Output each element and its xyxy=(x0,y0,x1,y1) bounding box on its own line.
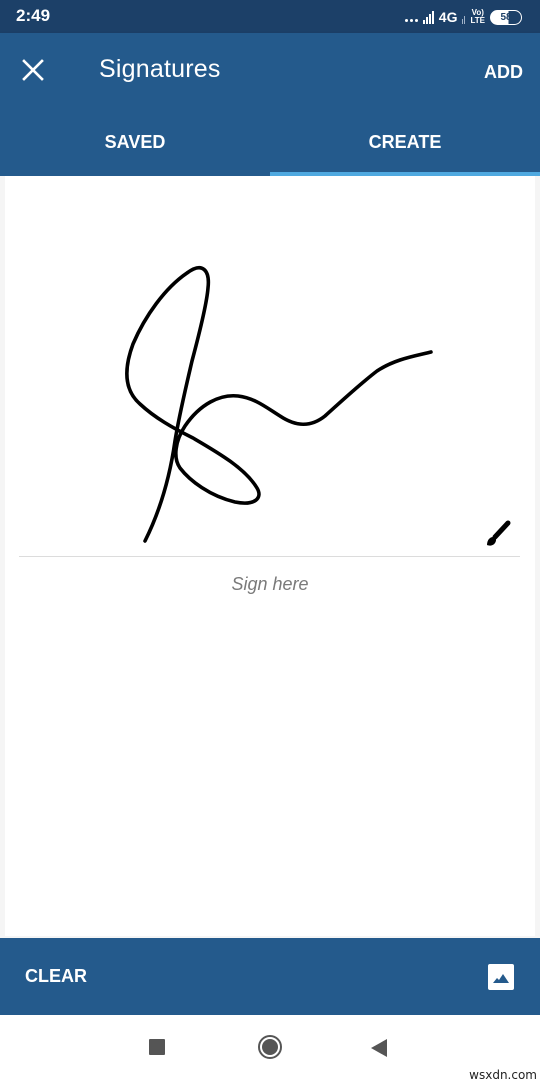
network-type: 4G xyxy=(438,9,458,25)
battery-icon: 58 xyxy=(490,9,522,25)
bottom-action-bar: CLEAR xyxy=(0,938,540,1015)
content-area: Sign here xyxy=(0,176,540,938)
status-time: 2:49 xyxy=(16,6,51,25)
add-button[interactable]: ADD xyxy=(484,62,523,83)
notification-dots-icon xyxy=(404,18,418,22)
home-icon[interactable] xyxy=(258,1035,282,1059)
brush-button[interactable] xyxy=(481,517,515,551)
image-icon xyxy=(488,964,514,990)
clear-button[interactable]: CLEAR xyxy=(25,966,87,987)
tab-saved-label: SAVED xyxy=(104,132,166,152)
page-title: Signatures xyxy=(99,55,221,83)
app-bar: Signatures ADD SAVED CREATE xyxy=(0,33,540,176)
recent-apps-icon[interactable] xyxy=(149,1039,165,1055)
status-bar: 2:49 4G Vo) LTE 58 xyxy=(0,0,540,33)
signature-baseline xyxy=(19,556,520,557)
sign-here-hint: Sign here xyxy=(231,574,309,594)
signature-card: Sign here xyxy=(5,176,535,936)
brush-icon xyxy=(487,520,511,546)
tab-bar: SAVED CREATE xyxy=(0,113,540,176)
signal-strength-icon xyxy=(422,10,434,24)
watermark: wsxdn.com xyxy=(469,1068,537,1080)
system-nav-bar: wsxdn.com xyxy=(0,1015,540,1080)
volte-icon: Vo) LTE xyxy=(470,9,485,25)
back-icon[interactable] xyxy=(371,1039,387,1057)
tab-create[interactable]: CREATE xyxy=(270,113,540,176)
volte-bottom: LTE xyxy=(470,16,485,25)
tab-create-label: CREATE xyxy=(368,132,442,152)
insert-image-button[interactable] xyxy=(488,964,514,990)
tab-saved[interactable]: SAVED xyxy=(0,113,270,176)
signature-stroke xyxy=(125,266,433,543)
data-activity-icon xyxy=(462,14,466,24)
close-icon xyxy=(22,59,44,81)
signature-pad[interactable] xyxy=(5,176,535,556)
home-icon-inner xyxy=(262,1039,278,1055)
status-icons: 4G Vo) LTE 58 xyxy=(404,7,522,27)
close-button[interactable] xyxy=(18,55,48,85)
